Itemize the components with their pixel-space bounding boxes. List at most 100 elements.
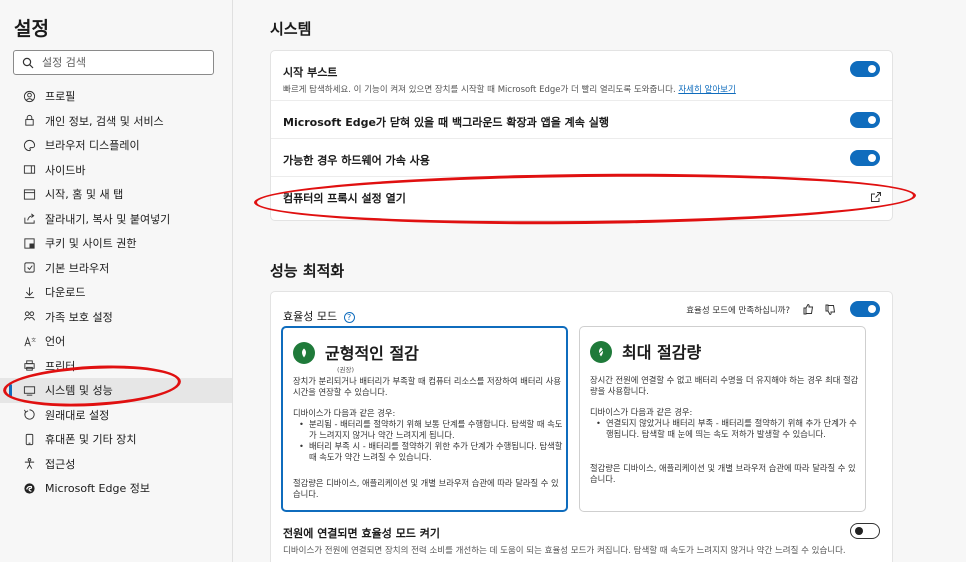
home-tab-icon [22, 187, 36, 201]
search-icon [22, 57, 34, 68]
profile-icon [22, 89, 36, 103]
download-icon [22, 285, 36, 299]
sidebar-item-printers[interactable]: 프린터 [0, 354, 232, 379]
startup-boost-desc-text: 빠르게 탐색하세요. 이 기능이 켜져 있으면 장치를 시작할 때 Micros… [283, 85, 676, 95]
sidebar-title: 설정 [14, 18, 49, 40]
thumbs-down-icon[interactable] [824, 304, 836, 316]
background-title: Microsoft Edge가 닫혀 있을 때 백그라운드 확장과 앱을 계속 … [283, 116, 609, 129]
family-icon [22, 310, 36, 324]
balanced-recommended: (권장) [337, 366, 355, 374]
printer-icon [22, 359, 36, 373]
efficiency-mode-label: 효율성 모드 ? [283, 308, 355, 324]
sidebar-item-label: 브라우저 디스플레이 [45, 139, 140, 153]
accessibility-icon [22, 457, 36, 471]
sidebar-item-downloads[interactable]: 다운로드 [0, 280, 232, 305]
search-box[interactable] [13, 50, 214, 75]
sidebar-item-start-home[interactable]: 시작, 홈 및 새 탭 [0, 182, 232, 207]
proxy-title: 컴퓨터의 프록시 설정 열기 [283, 192, 406, 205]
sidebar-item-label: 언어 [45, 335, 66, 349]
startup-boost-toggle[interactable] [850, 61, 880, 77]
sidebar-item-label: 원래대로 설정 [45, 408, 110, 422]
sidebar-item-default-browser[interactable]: 기본 브라우저 [0, 256, 232, 281]
sidebar-item-phone[interactable]: 휴대폰 및 기타 장치 [0, 427, 232, 452]
hardware-accel-title: 가능한 경우 하드웨어 가속 사용 [283, 154, 430, 167]
sidebar-item-label: 개인 정보, 검색 및 서비스 [45, 114, 164, 128]
sidebar-item-sidebar[interactable]: 사이드바 [0, 158, 232, 183]
sidebar-item-family[interactable]: 가족 보호 설정 [0, 305, 232, 330]
svg-text:文: 文 [31, 336, 36, 343]
sidebar-item-label: 시작, 홈 및 새 탭 [45, 188, 124, 202]
reset-icon [22, 408, 36, 422]
max-title: 최대 절감량 [622, 343, 702, 362]
proxy-row[interactable]: 컴퓨터의 프록시 설정 열기 [271, 177, 892, 220]
balanced-footer: 절감량은 디바이스, 애플리케이션 및 개별 브라우저 습관에 따라 달라질 수… [293, 478, 559, 499]
list-item: 분리됨 - 배터리를 절약하기 위해 보통 단계를 수행합니다. 탐색할 때 속… [299, 419, 563, 441]
sidebar-item-profile[interactable]: 프로필 [0, 84, 232, 109]
performance-section-title: 성능 최적화 [270, 262, 345, 280]
sidebar-item-reset[interactable]: 원래대로 설정 [0, 403, 232, 428]
balanced-bullets: 분리됨 - 배터리를 절약하기 위해 보통 단계를 수행합니다. 탐색할 때 속… [293, 419, 563, 463]
thumbs-up-icon[interactable] [802, 303, 814, 315]
main-content: 시스템 시작 부스트 빠르게 탐색하세요. 이 기능이 켜져 있으면 장치를 시… [233, 0, 966, 562]
sidebar-item-appearance[interactable]: 브라우저 디스플레이 [0, 133, 232, 158]
leaf-max-icon [590, 341, 612, 363]
max-bullets: 연결되지 않았거나 배터리 부족 - 배터리를 절약하기 위해 추가 단계가 수… [590, 418, 860, 440]
language-icon: 文 [22, 334, 36, 348]
sidebar-item-accessibility[interactable]: 접근성 [0, 452, 232, 477]
sidebar-nav: 프로필 개인 정보, 검색 및 서비스 브라우저 디스플레이 사이드바 시작, … [0, 84, 232, 501]
performance-card: 효율성 모드 ? 효율성 모드에 만족하십니까? 균형적인 절감 (권장) 장치… [270, 291, 893, 562]
sidebar-item-label: 프로필 [45, 90, 76, 104]
sidebar-item-about-edge[interactable]: Microsoft Edge 정보 [0, 476, 232, 501]
balanced-savings-card[interactable]: 균형적인 절감 (권장) 장치가 분리되거나 배터리가 부족할 때 컴퓨터 리소… [281, 326, 568, 512]
max-cond-label: 디바이스가 다음과 같은 경우: [590, 407, 693, 417]
palette-icon [22, 138, 36, 152]
sidebar-item-label: Microsoft Edge 정보 [45, 482, 150, 496]
plugged-in-title: 전원에 연결되면 효율성 모드 켜기 [283, 527, 440, 540]
sidebar: 설정 프로필 개인 정보, 검색 및 서비스 브라우저 디스플레이 사이드바 시… [0, 0, 232, 562]
system-card: 시작 부스트 빠르게 탐색하세요. 이 기능이 켜져 있으면 장치를 시작할 때… [270, 50, 893, 221]
max-desc: 장시간 전원에 연결할 수 없고 배터리 수명을 더 유지해야 하는 경우 최대… [590, 375, 859, 396]
sidebar-item-label: 접근성 [45, 457, 76, 471]
sidebar-item-share-copy[interactable]: 잘라내기, 복사 및 붙여넣기 [0, 207, 232, 232]
help-icon[interactable]: ? [343, 312, 355, 323]
search-input[interactable] [42, 56, 202, 69]
hardware-accel-row: 가능한 경우 하드웨어 가속 사용 [271, 139, 892, 177]
sidebar-item-cookies[interactable]: 쿠키 및 사이트 권한 [0, 231, 232, 256]
feedback-prompt: 효율성 모드에 만족하십니까? [686, 306, 790, 316]
share-icon [22, 212, 36, 226]
balanced-conditions: 디바이스가 다음과 같은 경우: 분리됨 - 배터리를 절약하기 위해 보통 단… [293, 408, 563, 463]
edge-icon [22, 481, 36, 495]
sidebar-item-label: 가족 보호 설정 [45, 310, 113, 324]
sidebar-item-label: 사이드바 [45, 163, 86, 177]
sidebar-item-languages[interactable]: 文 언어 [0, 329, 232, 354]
sidebar-item-label: 휴대폰 및 기타 장치 [45, 433, 137, 447]
balanced-desc: 장치가 분리되거나 배터리가 부족할 때 컴퓨터 리소스를 저장하여 배터리 사… [293, 376, 561, 397]
max-footer: 절감량은 디바이스, 애플리케이션 및 개별 브라우저 습관에 따라 달라질 수… [590, 463, 856, 484]
max-conditions: 디바이스가 다음과 같은 경우: 연결되지 않았거나 배터리 부족 - 배터리를… [590, 407, 860, 440]
leaf-icon [293, 342, 315, 364]
sidebar-item-label: 기본 브라우저 [45, 261, 110, 275]
cookie-permissions-icon [22, 236, 36, 250]
plugged-in-toggle[interactable] [850, 523, 880, 539]
external-link-icon[interactable] [870, 191, 882, 203]
system-icon [22, 383, 36, 397]
efficiency-mode-toggle[interactable] [850, 301, 880, 317]
balanced-title: 균형적인 절감 [325, 344, 419, 363]
default-browser-icon [22, 261, 36, 275]
system-section-title: 시스템 [270, 20, 312, 38]
max-savings-card[interactable]: 최대 절감량 장시간 전원에 연결할 수 없고 배터리 수명을 더 유지해야 하… [579, 326, 866, 512]
plugged-in-desc: 디바이스가 전원에 연결되면 장치의 전력 소비를 개선하는 데 도움이 되는 … [283, 546, 846, 556]
sidebar-item-privacy[interactable]: 개인 정보, 검색 및 서비스 [0, 109, 232, 134]
phone-icon [22, 432, 36, 446]
lock-icon [22, 114, 36, 128]
balanced-cond-label: 디바이스가 다음과 같은 경우: [293, 408, 396, 418]
sidebar-item-label: 다운로드 [45, 286, 86, 300]
sidebar-icon [22, 163, 36, 177]
hardware-accel-toggle[interactable] [850, 150, 880, 166]
efficiency-mode-label-text: 효율성 모드 [283, 310, 338, 323]
background-toggle[interactable] [850, 112, 880, 128]
sidebar-item-label: 시스템 및 성능 [45, 384, 113, 398]
sidebar-item-system[interactable]: 시스템 및 성능 [0, 378, 232, 403]
sidebar-item-label: 쿠키 및 사이트 권한 [45, 237, 137, 251]
learn-more-link[interactable]: 자세히 알아보기 [678, 85, 735, 95]
